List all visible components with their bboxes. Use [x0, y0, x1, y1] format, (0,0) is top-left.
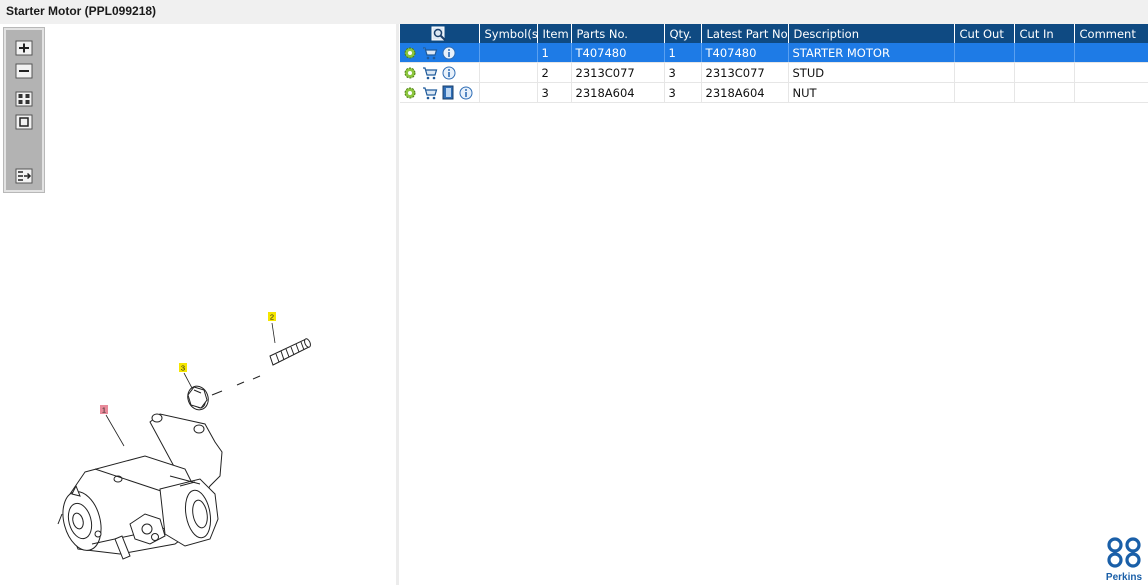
- gear-icon[interactable]: [403, 86, 417, 100]
- callout-2[interactable]: 2: [270, 313, 274, 322]
- row-cut-in: [1014, 82, 1075, 103]
- info-icon[interactable]: [442, 46, 456, 60]
- nut-leader: [183, 372, 193, 389]
- table-row[interactable]: 1 T407480 1 T407480 STARTER MOTOR: [400, 43, 1148, 63]
- parts-table-container: Symbol(s) Item Parts No. Qty. Latest Par…: [400, 24, 1148, 103]
- row-comment: [1074, 82, 1148, 103]
- axis-dashes: [211, 375, 261, 396]
- row-cut-in: [1014, 43, 1075, 63]
- row-latest-part-no: 2318A604: [701, 82, 789, 103]
- drawing-pane[interactable]: 2 3 1: [0, 24, 397, 585]
- row-comment: [1074, 62, 1148, 83]
- row-icons: [400, 82, 480, 103]
- row-latest-part-no: 2313C077: [701, 62, 789, 83]
- brand-name: Perkins: [1106, 572, 1143, 583]
- row-icons: [400, 62, 480, 83]
- window-title: Starter Motor (PPL099218): [6, 4, 157, 18]
- row-description: STARTER MOTOR: [788, 43, 955, 63]
- header-description[interactable]: Description: [788, 24, 955, 43]
- row-part-no: T407480: [571, 43, 665, 63]
- motor-leader: [105, 414, 125, 447]
- cart-icon[interactable]: [422, 86, 438, 100]
- row-symbols: [479, 62, 538, 83]
- callout-1[interactable]: 1: [102, 406, 106, 415]
- row-cut-out: [954, 82, 1015, 103]
- title-bar: Starter Motor (PPL099218): [0, 0, 1148, 24]
- row-description: STUD: [788, 62, 955, 83]
- row-part-no: 2318A604: [571, 82, 665, 103]
- parts-illustration: 2 3 1: [57, 312, 311, 560]
- document-icon[interactable]: [442, 85, 454, 100]
- gear-icon[interactable]: [403, 46, 417, 60]
- table-header-row: Symbol(s) Item Parts No. Qty. Latest Par…: [400, 24, 1148, 43]
- row-icons: [400, 43, 480, 63]
- row-qty: 1: [664, 43, 702, 63]
- row-qty: 3: [664, 82, 702, 103]
- header-parts-no[interactable]: Parts No.: [571, 24, 665, 43]
- gear-icon[interactable]: [403, 66, 417, 80]
- row-item: 2: [537, 62, 572, 83]
- pane-splitter[interactable]: [396, 24, 399, 585]
- header-comment[interactable]: Comment: [1074, 24, 1148, 43]
- header-item[interactable]: Item: [537, 24, 572, 43]
- info-icon[interactable]: [442, 66, 456, 80]
- starter-motor-part: [57, 413, 223, 560]
- row-description: NUT: [788, 82, 955, 103]
- row-item: 3: [537, 82, 572, 103]
- header-search[interactable]: [400, 24, 480, 43]
- row-latest-part-no: T407480: [701, 43, 789, 63]
- row-qty: 3: [664, 62, 702, 83]
- header-latest-part-no[interactable]: Latest Part No.: [701, 24, 789, 43]
- stud-part: [269, 338, 311, 366]
- search-document-icon[interactable]: [431, 26, 447, 41]
- row-symbols: [479, 82, 538, 103]
- nut-part: [187, 385, 209, 411]
- table-row[interactable]: 3 2318A604 3 2318A604 NUT: [400, 82, 1148, 103]
- row-item: 1: [537, 43, 572, 63]
- row-part-no: 2313C077: [571, 62, 665, 83]
- row-cut-in: [1014, 62, 1075, 83]
- cart-icon[interactable]: [422, 66, 438, 80]
- row-cut-out: [954, 43, 1015, 63]
- callout-3[interactable]: 3: [181, 364, 185, 373]
- parts-table: Symbol(s) Item Parts No. Qty. Latest Par…: [400, 24, 1148, 103]
- info-icon[interactable]: [459, 86, 473, 100]
- row-comment: [1074, 43, 1148, 63]
- table-row[interactable]: 2 2313C077 3 2313C077 STUD: [400, 62, 1148, 83]
- row-cut-out: [954, 62, 1015, 83]
- row-symbols: [479, 43, 538, 63]
- perkins-logo: Perkins: [1106, 537, 1143, 583]
- header-qty[interactable]: Qty.: [664, 24, 702, 43]
- header-symbols[interactable]: Symbol(s): [479, 24, 538, 43]
- cart-icon[interactable]: [422, 46, 438, 60]
- header-cut-out[interactable]: Cut Out: [954, 24, 1015, 43]
- header-cut-in[interactable]: Cut In: [1014, 24, 1075, 43]
- stud-leader: [271, 322, 276, 344]
